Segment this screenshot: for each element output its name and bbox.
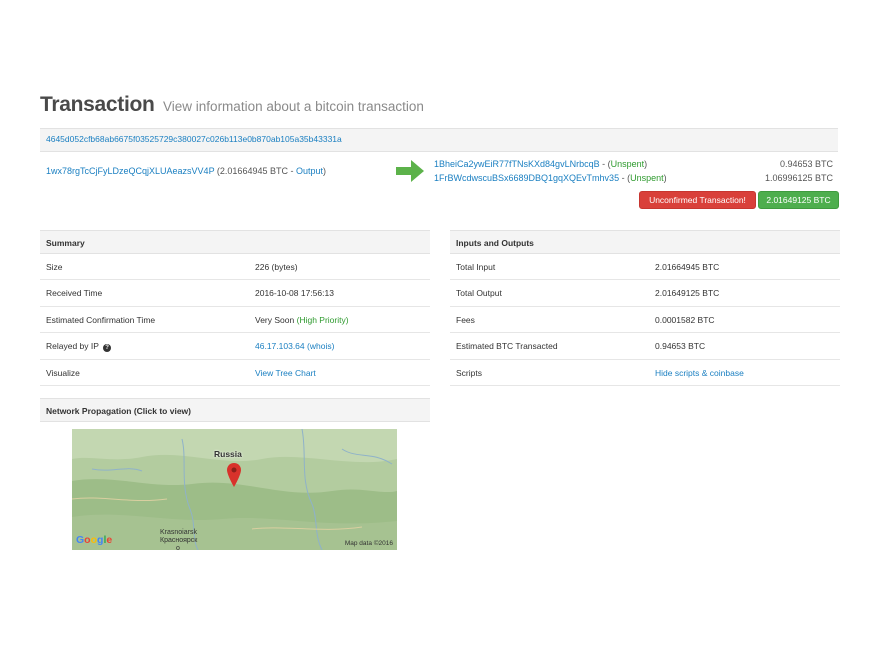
output-row: 1FrBWcdwscuBSx6689DBQ1gqXQEvTmhv35 - (Un… bbox=[434, 173, 667, 183]
google-logo: Google bbox=[76, 534, 113, 546]
output-sep: - ( bbox=[599, 159, 611, 169]
total-output-label: Total Output bbox=[456, 288, 502, 299]
map-pin-icon[interactable] bbox=[227, 463, 241, 487]
summary-row-confirmation: Estimated Confirmation Time Very Soon (H… bbox=[40, 307, 430, 334]
map-city-latin: Krasnoiarsk bbox=[160, 529, 197, 536]
summary-heading: Summary bbox=[40, 230, 430, 254]
summary-row-relayed: Relayed by IP ? 46.17.103.64 (whois) bbox=[40, 333, 430, 360]
input-amount: (2.01664945 BTC - bbox=[216, 166, 296, 176]
output-row: 1BheiCa2ywEiR77fTNsKXd84gvLNrbcqB - (Uns… bbox=[434, 159, 647, 169]
confirmation-time-value: Very Soon (High Priority) bbox=[255, 315, 349, 325]
io-row-total-input: Total Input 2.01664945 BTC bbox=[450, 254, 840, 281]
summary-row-visualize: Visualize View Tree Chart bbox=[40, 360, 430, 386]
total-input-value: 2.01664945 BTC bbox=[655, 262, 720, 272]
visualize-label: Visualize bbox=[46, 367, 80, 378]
summary-row-received: Received Time 2016-10-08 17:56:13 bbox=[40, 280, 430, 307]
inputs-outputs-panel: Inputs and Outputs Total Input 2.0166494… bbox=[450, 230, 840, 386]
io-row-total-output: Total Output 2.01649125 BTC bbox=[450, 280, 840, 307]
total-btc-button[interactable]: 2.01649125 BTC bbox=[758, 191, 839, 209]
total-output-value: 2.01649125 BTC bbox=[655, 288, 720, 299]
estimated-btc-label: Estimated BTC Transacted bbox=[456, 341, 558, 352]
tx-input: 1wx78rgTcCjFyLDzeQCqjXLUAeazsVV4P (2.016… bbox=[46, 166, 326, 176]
input-close-paren: ) bbox=[323, 166, 326, 176]
question-circle-icon[interactable]: ? bbox=[103, 344, 112, 353]
output-close: ) bbox=[644, 159, 648, 169]
right-arrow-icon bbox=[396, 160, 424, 182]
relayed-by-label: Relayed by IP ? bbox=[46, 341, 112, 353]
output-amount: 0.94653 BTC bbox=[779, 159, 833, 169]
size-label: Size bbox=[46, 262, 63, 272]
output-status: Unspent bbox=[630, 173, 664, 183]
output-address-link[interactable]: 1FrBWcdwscuBSx6689DBQ1gqXQEvTmhv35 bbox=[434, 173, 619, 183]
scripts-label: Scripts bbox=[456, 367, 482, 378]
map-city-cyrillic: Красноярск bbox=[160, 537, 198, 544]
relayed-by-value: 46.17.103.64 (whois) bbox=[255, 341, 334, 351]
priority-badge: (High Priority) bbox=[296, 314, 349, 325]
relayed-ip-link[interactable]: 46.17.103.64 bbox=[255, 341, 305, 351]
estimated-btc-value: 0.94653 BTC bbox=[655, 341, 706, 352]
received-time-value: 2016-10-08 17:56:13 bbox=[255, 288, 334, 299]
output-amount: 1.06996125 BTC bbox=[764, 173, 833, 183]
output-close: ) bbox=[663, 173, 667, 183]
received-time-label: Received Time bbox=[46, 288, 103, 299]
fees-label: Fees bbox=[456, 314, 475, 325]
relayed-by-text: Relayed by IP bbox=[46, 341, 99, 352]
map-city-label: Krasnoiarsk Красноярск o bbox=[160, 529, 197, 550]
total-input-label: Total Input bbox=[456, 262, 496, 272]
output-sep: - ( bbox=[619, 173, 631, 183]
map-country-label: Russia bbox=[214, 449, 242, 459]
unconfirmed-transaction-button[interactable]: Unconfirmed Transaction! bbox=[639, 191, 756, 209]
input-address-link[interactable]: 1wx78rgTcCjFyLDzeQCqjXLUAeazsVV4P bbox=[46, 166, 214, 176]
confirmation-time-label: Estimated Confirmation Time bbox=[46, 314, 156, 325]
network-propagation-heading[interactable]: Network Propagation (Click to view) bbox=[40, 398, 430, 422]
network-propagation-panel: Network Propagation (Click to view) bbox=[40, 398, 430, 422]
inputs-outputs-heading: Inputs and Outputs bbox=[450, 230, 840, 254]
output-address-link[interactable]: 1BheiCa2ywEiR77fTNsKXd84gvLNrbcqB bbox=[434, 159, 600, 169]
view-tree-chart-link[interactable]: View Tree Chart bbox=[255, 368, 316, 378]
io-row-fees: Fees 0.0001582 BTC bbox=[450, 307, 840, 334]
hide-scripts-link[interactable]: Hide scripts & coinbase bbox=[655, 368, 744, 378]
map-city-dot: o bbox=[176, 545, 180, 550]
summary-row-size: Size 226 (bytes) bbox=[40, 254, 430, 281]
output-status: Unspent bbox=[610, 159, 645, 169]
network-map[interactable]: Russia Krasnoiarsk Красноярск o Google M… bbox=[72, 429, 397, 550]
tx-hash-link[interactable]: 4645d052cfb68ab6675f03525729c380027c026b… bbox=[46, 134, 342, 144]
summary-panel: Summary Size 226 (bytes) Received Time 2… bbox=[40, 230, 430, 386]
fees-value: 0.0001582 BTC bbox=[655, 314, 715, 325]
map-attribution: Map data ©2016 bbox=[344, 540, 393, 547]
whois-link[interactable]: (whois) bbox=[307, 341, 334, 351]
page-header: Transaction View information about a bit… bbox=[40, 93, 424, 117]
page-title: Transaction bbox=[40, 93, 155, 116]
tx-hash-bar: 4645d052cfb68ab6675f03525729c380027c026b… bbox=[40, 128, 838, 152]
size-value: 226 (bytes) bbox=[255, 262, 298, 272]
page-subtitle: View information about a bitcoin transac… bbox=[163, 99, 424, 114]
input-output-link[interactable]: Output bbox=[296, 166, 323, 176]
map-terrain bbox=[72, 429, 397, 550]
confirmation-estimate: Very Soon bbox=[255, 314, 295, 325]
io-row-scripts: Scripts Hide scripts & coinbase bbox=[450, 360, 840, 386]
io-row-estimated: Estimated BTC Transacted 0.94653 BTC bbox=[450, 333, 840, 360]
